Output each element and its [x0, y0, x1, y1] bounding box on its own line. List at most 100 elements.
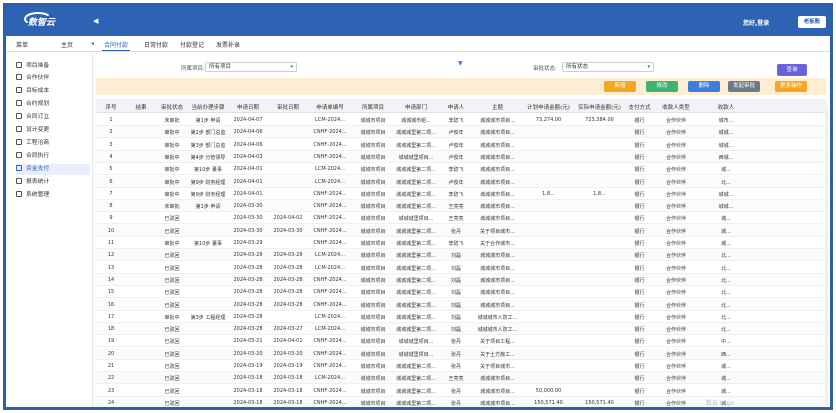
sidebar-item-system[interactable]: 系统管理 — [16, 190, 90, 201]
table-scrollbar[interactable] — [825, 106, 828, 406]
table-row[interactable]: 3 审批中 第3步 部门总监 2024-04-06 CNHF-2024... 城城市项目 城… — [96, 139, 826, 151]
table-cell: 城城城市项目... — [480, 118, 515, 124]
tab-invoice-supplement[interactable]: 发票补录 — [214, 39, 242, 50]
sidebar-item-design-change[interactable]: 设计变更 — [16, 125, 90, 136]
table-row[interactable]: 15 已驳回 2024-03-28 2024-03-28 CNHF-2024... 城城市… — [96, 286, 826, 299]
table-cell: 2024-03-20 — [233, 350, 263, 357]
query-button[interactable]: 查询 — [777, 64, 807, 76]
table-cell: 已驳回 — [164, 400, 180, 407]
home-tab[interactable]: 主页 — [61, 40, 73, 49]
table-cell: 城城城市项目... — [480, 277, 515, 284]
sidebar-item-contract-plan[interactable]: 合约规划 — [16, 99, 90, 110]
table-row[interactable]: 7 审批中 第9步 财务经理 2024-04-01 CNHF-2024... 城城市项目 城… — [96, 188, 826, 200]
edit-icon — [16, 126, 22, 132]
column-header[interactable]: 申请单编号 — [308, 103, 352, 111]
toolbar-button-0[interactable]: 新增 — [604, 81, 636, 92]
table-row[interactable]: 16 已驳回 2024-03-28 2024-03-28 CNHF-2024... 城城市… — [96, 298, 826, 311]
collapse-icon[interactable]: ◀ — [93, 17, 98, 25]
table-row[interactable]: 20 已驳回 2024-03-20 2024-03-20 CNHF-2024... 城城市… — [96, 347, 826, 360]
table-row[interactable]: 6 审批中 第9步 财务经理 2024-04-01 LCM-2024... 城城市项目 城城… — [96, 175, 826, 188]
sidebar-item-fund-payment[interactable]: 资金支付 — [16, 164, 90, 175]
table-cell: 21 — [107, 363, 115, 369]
tab-contract-payment[interactable]: 合同付款 — [102, 39, 131, 51]
table-row[interactable]: 18 已驳回 2024-03-28 2024-03-27 LCM-2024... 城城市项… — [96, 323, 826, 336]
table-row[interactable]: 8 未审批 第1步 申请 2024-03-30 CNHF-2024... 城城市项目 城城城… — [96, 200, 826, 213]
table-cell: 银行 — [634, 339, 645, 346]
table-cell: 2024-03-28 — [233, 326, 263, 333]
column-header[interactable]: 申请部门 — [394, 103, 438, 111]
column-header[interactable]: 收款人类型 — [656, 103, 696, 111]
table-row[interactable]: 13 已驳回 2024-03-28 2024-03-28 LCM-2024... 城城市项… — [96, 262, 826, 274]
column-header[interactable]: 主题 — [474, 103, 521, 111]
toolbar-button-3[interactable]: 发起审批 — [728, 81, 760, 92]
app-window: 数智云 ◀ 您好,登录 老板账 菜单 主页 ◂ 合同付款 日常付款 付款登记 发… — [3, 3, 833, 410]
table-cell: 2024-03-27 — [273, 326, 303, 333]
column-header[interactable]: 当前办理步骤 — [188, 103, 228, 111]
table-row[interactable]: 17 审批中 第3步 工程经理 2024-03-28 LCM-2024... 城城市项目 城… — [96, 311, 826, 323]
collapse-filter-icon[interactable]: ▼ — [458, 60, 463, 67]
tab-daily-payment[interactable]: 日常付款 — [142, 39, 170, 50]
table-cell: 北... — [721, 327, 731, 334]
table-row[interactable]: 23 已驳回 2024-03-18 2024-03-18 CNHF-2024... 城城市… — [96, 385, 826, 397]
table-row[interactable]: 14 已驳回 2024-03-28 2024-03-28 CNHF-2024... 城城市… — [96, 273, 826, 286]
table-cell: 城城市项目 — [360, 339, 386, 346]
column-header[interactable]: 收款人 — [696, 103, 756, 111]
table-row[interactable]: 4 审批中 第4步 分管领导 2024-04-03 CNHF-2024... 城城市项目 城… — [96, 150, 826, 163]
table-cell: 已驳回 — [164, 228, 180, 235]
sidebar-item-contract-sign[interactable]: 合同订立 — [16, 112, 90, 123]
toolbar-button-4[interactable]: 更多操作 — [775, 81, 807, 92]
table-row[interactable]: 21 已驳回 2024-03-19 2024-03-19 CNHF-2024... 城城市… — [96, 360, 826, 372]
column-header[interactable]: 实际申请金额(元) — [576, 103, 623, 111]
table-cell: 银行 — [634, 277, 645, 284]
column-header[interactable]: 结果 — [126, 103, 156, 111]
table-cell: CNHF-2024... — [313, 363, 347, 369]
table-cell: 李碧飞 — [448, 191, 464, 198]
table-row[interactable]: 10 已驳回 2024-03-30 2024-03-30 CNHF-2024... 城城市… — [96, 224, 826, 237]
table-row[interactable]: 12 已驳回 2024-03-28 2024-03-28 LCM-2024... 城城市项… — [96, 249, 826, 262]
status-select[interactable]: 所有状态 ▾ — [562, 62, 654, 72]
user-button[interactable]: 老板账 — [798, 16, 826, 28]
column-header[interactable]: 申请人 — [438, 103, 474, 111]
toolbar-button-2[interactable]: 删除 — [688, 81, 720, 92]
column-header[interactable]: 申请日期 — [228, 103, 268, 111]
sidebar-item-contract-exec[interactable]: 合同执行 — [16, 151, 90, 162]
table-cell: 合作伙伴 — [665, 204, 686, 211]
column-header[interactable]: 所属项目 — [352, 103, 394, 111]
tab-payment-register[interactable]: 付款登记 — [178, 39, 206, 50]
table-cell: 24 — [107, 399, 115, 406]
column-header[interactable]: 序号 — [96, 103, 126, 111]
table-cell: 审批中 — [164, 142, 180, 149]
table-row[interactable]: 11 审批中 第10步 董事 2024-03-29 CNHF-2024... 城城市项目 城… — [96, 237, 826, 249]
gear-icon — [16, 191, 22, 197]
document-icon — [16, 113, 22, 119]
table-cell: 卢俊年 — [448, 154, 464, 161]
table-cell: 城城城市组... — [401, 118, 431, 124]
table-cell: 第9步 财务经理 — [190, 191, 226, 198]
table-cell: LCM-2024... — [315, 375, 345, 382]
table-header: 序号 结果 审批状态 当前办理步骤 申请日期 审批日期 申请单编号 所属项目 申请部门 申请人 主题… — [96, 99, 826, 113]
sidebar-item-engineering[interactable]: 工程洽商 — [16, 138, 90, 149]
column-header[interactable]: 计划申请金额(元) — [521, 103, 576, 111]
toolbar-button-1[interactable]: 修改 — [646, 81, 678, 92]
tab-scroll-left-icon[interactable]: ◂ — [91, 40, 94, 47]
table-row[interactable]: 1 未审批 第1步 申请 2024-04-07 LCM-2024... 城城市项目 城城城市… — [96, 114, 826, 126]
sidebar-item-target-cost[interactable]: 目标成本 — [16, 86, 90, 97]
sidebar-item-project-prep[interactable]: 项目准备 — [16, 61, 90, 72]
table-cell: 15 — [107, 289, 115, 296]
column-header[interactable]: 审批状态 — [156, 103, 188, 111]
column-header[interactable]: 审批日期 — [268, 103, 308, 111]
sidebar-item-partners[interactable]: 合作伙伴 — [16, 73, 90, 84]
table-row[interactable]: 2 审批中 第2步 部门总监 2024-04-06 CNHF-2024... 城城市项目 城… — [96, 126, 826, 139]
table-cell: 城城... — [718, 142, 734, 149]
table-cell: 银行 — [634, 253, 645, 260]
column-header[interactable]: 支付方式 — [623, 103, 656, 111]
table-cell: 20 — [107, 350, 115, 357]
project-select[interactable]: 所有项目 ▾ — [205, 62, 297, 72]
table-row[interactable]: 9 已驳回 2024-03-30 2024-04-02 CNHF-2024... 城城市项… — [96, 212, 826, 225]
table-row[interactable]: 22 已驳回 2024-03-18 2024-03-18 LCM-2024... 城城市项… — [96, 372, 826, 385]
table-row[interactable]: 19 已驳回 2024-03-21 2024-04-01 CNHF-2024... 城城市… — [96, 335, 826, 348]
table-cell: 城城城里第二项... — [396, 179, 436, 186]
menu-label[interactable]: 菜单 — [16, 40, 28, 49]
sidebar-item-reports[interactable]: 报表统计 — [16, 177, 90, 188]
table-row[interactable]: 5 审批中 第10步 董事 2024-04-01 LCM-2024... 城城市项目 城城城… — [96, 163, 826, 176]
